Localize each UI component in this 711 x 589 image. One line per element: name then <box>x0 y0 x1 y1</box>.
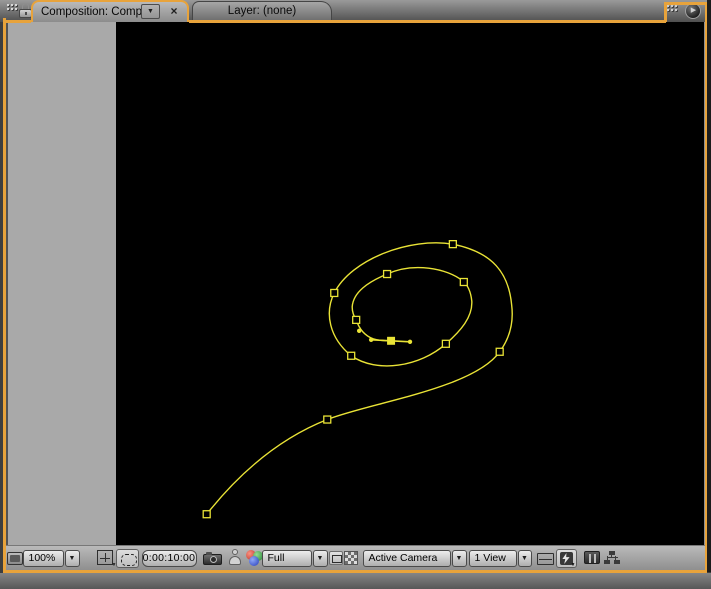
current-time-button[interactable]: 0:00:10:00 <box>141 550 197 567</box>
adjacent-panel-edge <box>707 0 711 572</box>
timecode-value: 0:00:10:00 <box>142 552 196 564</box>
panel-menu-arrow-icon: ▶ <box>690 7 697 14</box>
resolution-field[interactable]: Full <box>261 550 312 567</box>
keyframe-marker[interactable] <box>352 315 361 325</box>
active-panel-highlight <box>3 20 31 23</box>
view-layout-value: 1 View <box>474 552 506 564</box>
viewer-toolbar: 100% ▼ ▼ 0:00:10:00 ▼ Full ▼ Active Came… <box>5 545 705 571</box>
flowchart-node <box>613 560 620 564</box>
chevron-down-icon: ▼ <box>570 562 576 568</box>
keyframe-marker[interactable] <box>323 415 332 424</box>
bezier-handle-dot[interactable] <box>356 328 362 334</box>
timeline-icon[interactable] <box>583 551 600 564</box>
keyframe-marker[interactable] <box>495 347 504 356</box>
view-3d-dropdown-button[interactable]: ▼ <box>451 550 467 567</box>
flowchart-link <box>606 557 618 558</box>
camera-lens <box>209 556 217 563</box>
chevron-down-icon: ▼ <box>68 555 76 562</box>
person-torso <box>228 556 241 565</box>
keyframe-marker[interactable] <box>347 351 356 360</box>
adjacent-panel-edge <box>0 572 711 589</box>
flowchart-node <box>608 551 615 555</box>
blue-channel-dot <box>248 556 259 566</box>
fast-previews-button[interactable]: ▼ <box>555 549 577 568</box>
chevron-down-icon: ▼ <box>455 555 463 562</box>
pasteboard <box>5 22 116 545</box>
tab-layer-label: Layer: (none) <box>227 5 297 17</box>
motion-path[interactable] <box>116 22 703 545</box>
active-panel-highlight <box>3 18 6 572</box>
show-snapshot-person-icon[interactable] <box>228 549 242 566</box>
tab-viewer-dropdown[interactable]: ▼ <box>141 4 160 19</box>
panel-menu-button[interactable]: ▶ <box>685 3 701 19</box>
chevron-down-icon: ▼ <box>316 555 324 562</box>
resolution-dropdown-button[interactable]: ▼ <box>312 550 328 567</box>
magnification-value: 100% <box>28 552 56 564</box>
person-head <box>231 549 238 555</box>
chevron-down-icon: ▼ <box>521 555 528 562</box>
resolution-value: Full <box>267 552 285 564</box>
active-panel-highlight <box>664 2 667 22</box>
magnification-dropdown-button[interactable]: ▼ <box>64 550 80 567</box>
chevron-down-icon: ▼ <box>147 8 154 15</box>
panel-tab-bar: Composition: Comp 1 ▼ × Layer: (none) ▶ <box>0 0 711 22</box>
transparency-grid-icon[interactable] <box>343 551 358 565</box>
view-layout-field[interactable]: 1 View <box>468 550 517 567</box>
keyframe-marker[interactable] <box>459 277 468 287</box>
region-of-interest-icon[interactable] <box>328 551 343 565</box>
selected-keyframe-marker[interactable] <box>387 336 396 345</box>
tab-composition-label: Composition: Comp 1 <box>41 6 152 18</box>
camera-top <box>205 552 212 555</box>
view-layout-dropdown-button[interactable]: ▼ <box>517 550 532 567</box>
composition-viewport[interactable] <box>116 22 705 545</box>
flowchart-node <box>603 560 610 564</box>
view-3d-value: Active Camera <box>368 552 438 564</box>
tab-close-icon[interactable]: × <box>166 3 182 19</box>
bezier-handle-dot[interactable] <box>368 337 374 343</box>
keyframe-marker[interactable] <box>202 510 211 519</box>
keyframe-marker[interactable] <box>330 288 339 298</box>
active-panel-highlight <box>664 2 707 5</box>
bezier-handle-dot[interactable] <box>407 339 413 344</box>
tab-layer[interactable]: Layer: (none) <box>192 1 332 20</box>
always-preview-monitor-icon[interactable] <box>6 552 23 565</box>
keyframe-marker[interactable] <box>448 239 457 249</box>
flowchart-link <box>610 554 612 558</box>
view-3d-field[interactable]: Active Camera <box>362 550 451 567</box>
magnification-field[interactable]: 100% <box>22 550 64 567</box>
active-panel-highlight <box>189 20 666 23</box>
flowchart-icon[interactable] <box>603 551 620 565</box>
composition-panel: Composition: Comp 1 ▼ × Layer: (none) ▶ … <box>0 0 711 589</box>
snapshot-camera-icon[interactable] <box>202 551 222 566</box>
grid-guides-icon[interactable]: ▼ <box>96 550 117 568</box>
keyframe-marker[interactable] <box>441 339 451 348</box>
pixel-aspect-icon[interactable] <box>536 553 554 565</box>
keyframe-marker[interactable] <box>382 269 392 279</box>
panel-grip-dots[interactable] <box>667 5 680 14</box>
lock-keyhole <box>25 12 27 15</box>
mask-visibility-icon[interactable] <box>115 549 139 568</box>
tab-composition[interactable]: Composition: Comp 1 ▼ × <box>31 0 189 22</box>
